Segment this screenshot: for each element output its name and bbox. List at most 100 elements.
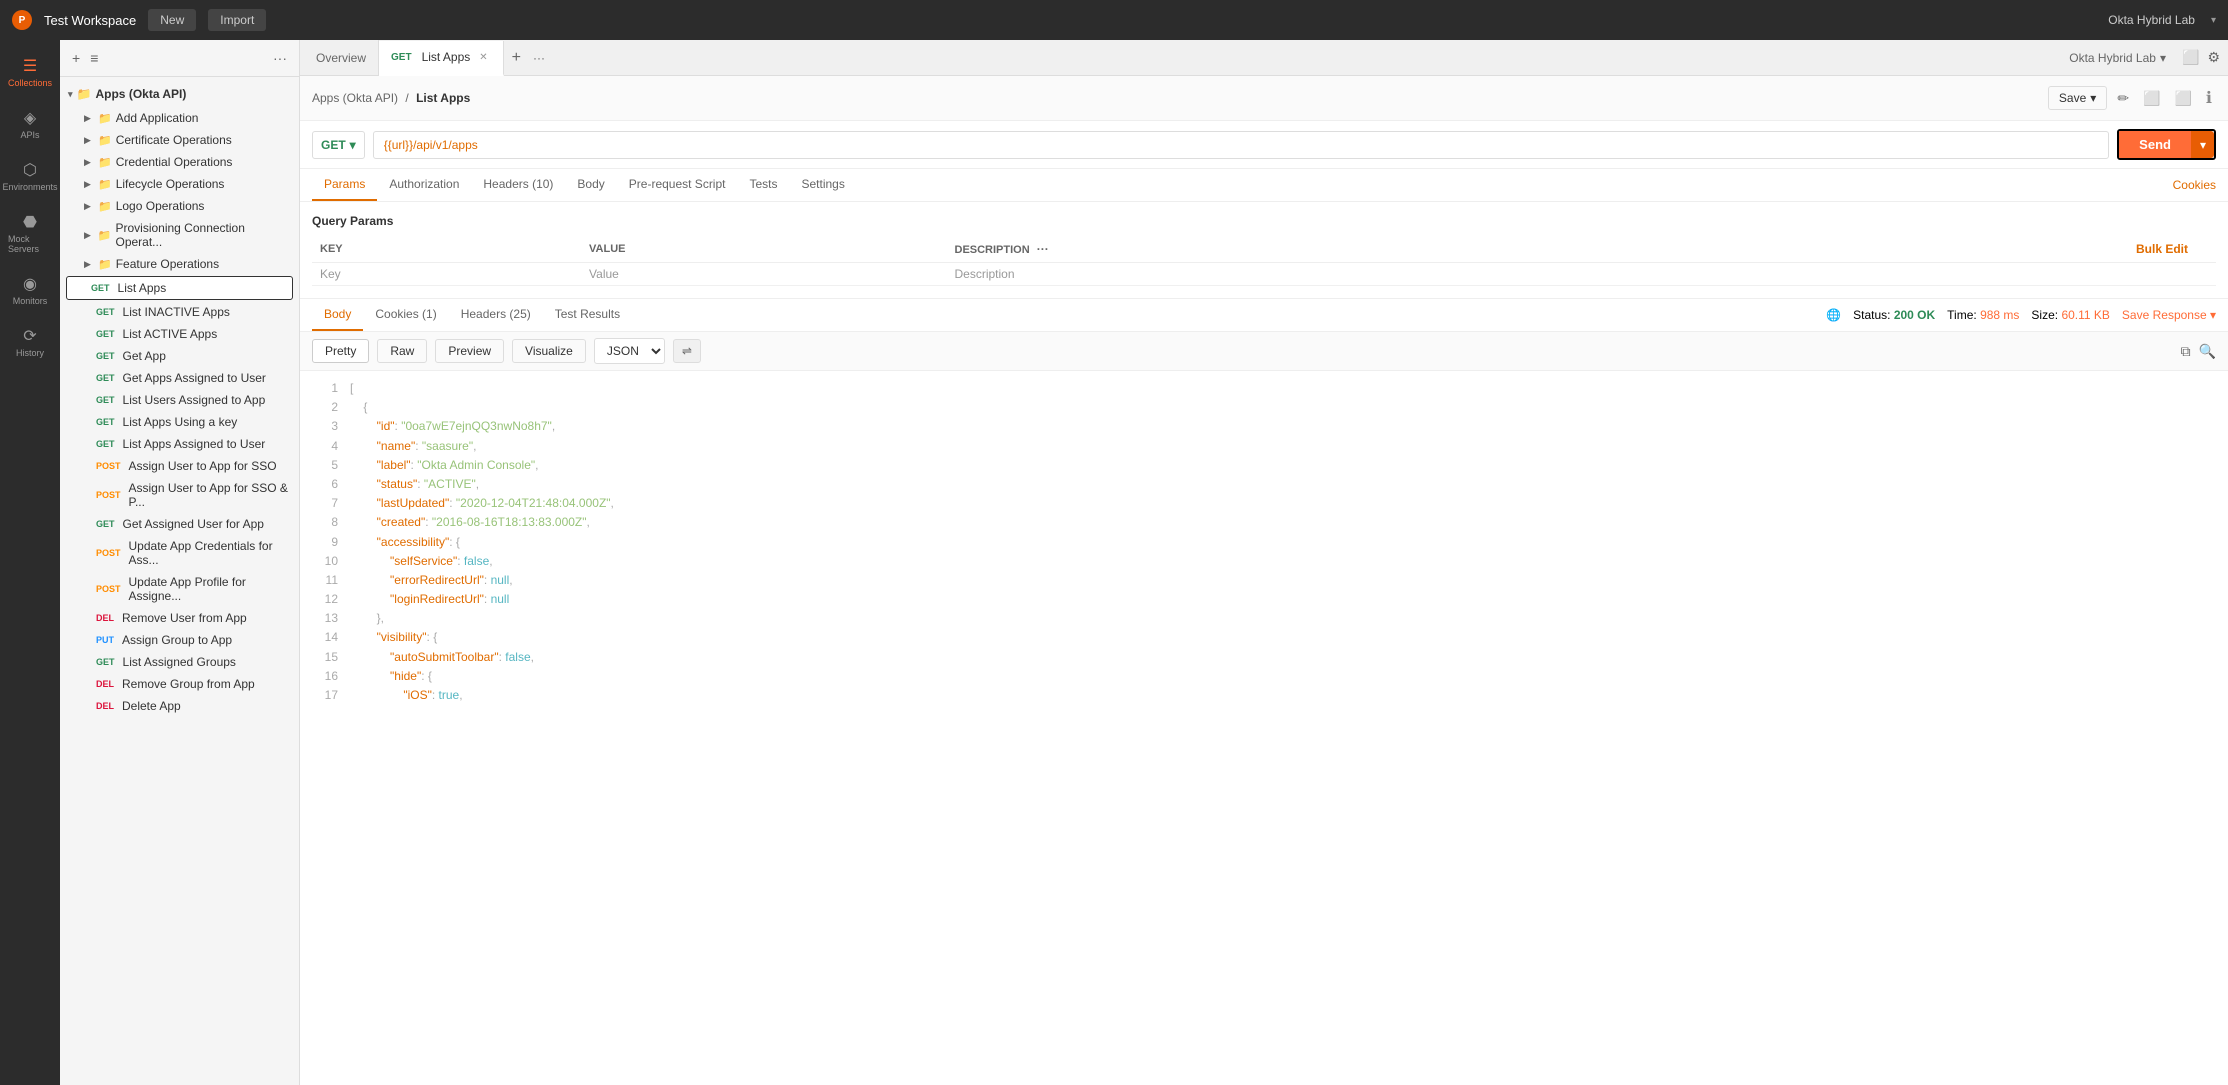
- new-button[interactable]: New: [148, 9, 196, 31]
- filter-button[interactable]: ⇌: [673, 339, 701, 363]
- params-key-cell[interactable]: Key: [312, 263, 581, 286]
- tab-more-button[interactable]: ···: [529, 51, 549, 65]
- tree-item-get-apps-assigned-user[interactable]: GET Get Apps Assigned to User: [60, 367, 299, 389]
- params-more-icon[interactable]: ···: [1037, 242, 1049, 256]
- format-visualize-button[interactable]: Visualize: [512, 339, 586, 363]
- response-tab-test-results[interactable]: Test Results: [543, 299, 632, 331]
- tree-item-assign-user-sso[interactable]: POST Assign User to App for SSO: [60, 455, 299, 477]
- response-tab-cookies[interactable]: Cookies (1): [363, 299, 448, 331]
- tab-overview[interactable]: Overview: [304, 40, 379, 75]
- edit-button[interactable]: ✏: [2113, 86, 2133, 111]
- workspace-selector[interactable]: Okta Hybrid Lab ▾: [2057, 51, 2178, 65]
- tab-close-button[interactable]: ✕: [476, 51, 490, 64]
- tree-item-list-active-apps[interactable]: GET List ACTIVE Apps: [60, 323, 299, 345]
- code-line-7: 7 "lastUpdated": "2020-12-04T21:48:04.00…: [300, 494, 2228, 513]
- sidebar-item-collections[interactable]: ☰ Collections: [4, 48, 56, 96]
- tree-item-add-application[interactable]: ▶ 📁 Add Application: [60, 107, 299, 129]
- sidebar-item-apis[interactable]: ◈ APIs: [4, 100, 56, 148]
- format-raw-button[interactable]: Raw: [377, 339, 427, 363]
- method-badge-post: POST: [96, 548, 121, 558]
- send-dropdown-button[interactable]: ▾: [2191, 131, 2214, 158]
- response-toolbar: Pretty Raw Preview Visualize JSON Text H…: [300, 332, 2228, 371]
- params-value-cell[interactable]: Value: [581, 263, 946, 286]
- tree-item-list-assigned-groups[interactable]: GET List Assigned Groups: [60, 651, 299, 673]
- response-tab-headers[interactable]: Headers (25): [449, 299, 543, 331]
- req-tab-headers[interactable]: Headers (10): [471, 169, 565, 201]
- copy-button[interactable]: ⧉: [2181, 343, 2191, 360]
- method-badge-get: GET: [96, 351, 115, 361]
- tree-area: ▾ 📁 Apps (Okta API) ▶ 📁 Add Application …: [60, 77, 299, 1085]
- tree-item-delete-app[interactable]: DEL Delete App: [60, 695, 299, 717]
- search-button[interactable]: 🔍: [2199, 343, 2216, 360]
- send-button[interactable]: Send: [2119, 131, 2191, 158]
- req-tab-body[interactable]: Body: [565, 169, 616, 201]
- tree-item-get-assigned-user-app[interactable]: GET Get Assigned User for App: [60, 513, 299, 535]
- tab-add-button[interactable]: +: [504, 49, 529, 67]
- tree-item-list-users-assigned-app[interactable]: GET List Users Assigned to App: [60, 389, 299, 411]
- response-area: Body Cookies (1) Headers (25) Test Resul…: [300, 298, 2228, 1085]
- tree-item-feature-operations[interactable]: ▶ 📁 Feature Operations: [60, 253, 299, 275]
- tree-item-update-app-credentials[interactable]: POST Update App Credentials for Ass...: [60, 535, 299, 571]
- code-line-9: 9 "accessibility": {: [300, 533, 2228, 552]
- main-content: Overview GET List Apps ✕ + ··· Okta Hybr…: [300, 40, 2228, 1085]
- tree-item-list-apps-assigned-user[interactable]: GET List Apps Assigned to User: [60, 433, 299, 455]
- method-badge-del: DEL: [96, 679, 114, 689]
- req-tab-params[interactable]: Params: [312, 169, 377, 201]
- sidebar-item-mock-servers[interactable]: ⬣ Mock Servers: [4, 204, 56, 262]
- collection-menu-button[interactable]: ≡: [88, 48, 100, 68]
- collections-more-button[interactable]: ···: [271, 48, 289, 68]
- tree-item-provisioning-operations[interactable]: ▶ 📁 Provisioning Connection Operat...: [60, 217, 299, 253]
- tree-item-assign-user-sso-p[interactable]: POST Assign User to App for SSO & P...: [60, 477, 299, 513]
- tree-item-logo-operations[interactable]: ▶ 📁 Logo Operations: [60, 195, 299, 217]
- tree-item-remove-group-from-app[interactable]: DEL Remove Group from App: [60, 673, 299, 695]
- method-select[interactable]: GET ▾: [312, 131, 365, 159]
- more-options-button[interactable]: ⬜: [2170, 86, 2195, 111]
- tree-item-list-apps-using-key[interactable]: GET List Apps Using a key: [60, 411, 299, 433]
- breadcrumb-parent[interactable]: Apps (Okta API): [312, 91, 398, 105]
- tree-item-credential-operations[interactable]: ▶ 📁 Credential Operations: [60, 151, 299, 173]
- folder-icon: 📁: [98, 134, 112, 147]
- sidebar-item-environments[interactable]: ⬡ Environments: [4, 152, 56, 200]
- folder-chevron-icon: ▶: [84, 179, 94, 190]
- format-pretty-button[interactable]: Pretty: [312, 339, 369, 363]
- tree-item-list-inactive-apps[interactable]: GET List INACTIVE Apps: [60, 301, 299, 323]
- save-response-button[interactable]: Save Response ▾: [2122, 308, 2216, 322]
- params-section: Query Params KEY VALUE DESCRIPTION ··· B…: [300, 202, 2228, 298]
- method-badge-put: PUT: [96, 635, 114, 645]
- tree-item-get-app[interactable]: GET Get App: [60, 345, 299, 367]
- side-panel-button[interactable]: ⬜: [2178, 45, 2203, 70]
- tree-item-update-app-profile[interactable]: POST Update App Profile for Assigne...: [60, 571, 299, 607]
- tree-item-assign-group-to-app[interactable]: PUT Assign Group to App: [60, 629, 299, 651]
- tree-item-remove-user-from-app[interactable]: DEL Remove User from App: [60, 607, 299, 629]
- folder-chevron-icon: ▶: [84, 113, 94, 124]
- settings-button[interactable]: ⚙: [2203, 45, 2224, 70]
- format-preview-button[interactable]: Preview: [435, 339, 504, 363]
- add-collection-button[interactable]: +: [70, 48, 82, 68]
- tabs-bar: Overview GET List Apps ✕ + ··· Okta Hybr…: [300, 40, 2228, 76]
- collection-apps-okta-api[interactable]: ▾ 📁 Apps (Okta API): [60, 81, 299, 107]
- req-tab-settings[interactable]: Settings: [790, 169, 857, 201]
- method-badge-get: GET: [96, 519, 115, 529]
- globe-icon: 🌐: [1826, 308, 1841, 322]
- response-tab-body[interactable]: Body: [312, 299, 363, 331]
- tab-list-apps[interactable]: GET List Apps ✕: [379, 41, 504, 76]
- bulk-edit-button[interactable]: Bulk Edit: [2136, 242, 2188, 256]
- save-button[interactable]: Save ▾: [2048, 86, 2107, 110]
- tree-item-certificate-operations[interactable]: ▶ 📁 Certificate Operations: [60, 129, 299, 151]
- req-tab-authorization[interactable]: Authorization: [377, 169, 471, 201]
- info-button[interactable]: ℹ: [2202, 84, 2216, 112]
- cookies-link[interactable]: Cookies: [2173, 178, 2216, 192]
- req-tab-tests[interactable]: Tests: [737, 169, 789, 201]
- workspace-chevron-icon[interactable]: ▾: [2211, 15, 2216, 26]
- sidebar-item-history[interactable]: ⟳ History: [4, 318, 56, 366]
- sidebar-item-monitors[interactable]: ◉ Monitors: [4, 266, 56, 314]
- import-button[interactable]: Import: [208, 9, 266, 31]
- tree-item-list-apps[interactable]: GET List Apps: [66, 276, 293, 300]
- req-tab-pre-request-script[interactable]: Pre-request Script: [617, 169, 738, 201]
- content-type-select[interactable]: JSON Text HTML: [594, 338, 665, 364]
- tree-item-lifecycle-operations[interactable]: ▶ 📁 Lifecycle Operations: [60, 173, 299, 195]
- view-button[interactable]: ⬜: [2139, 86, 2164, 111]
- url-input[interactable]: [373, 131, 2109, 159]
- app-logo: P: [12, 10, 32, 30]
- params-description-cell[interactable]: Description: [947, 263, 2217, 286]
